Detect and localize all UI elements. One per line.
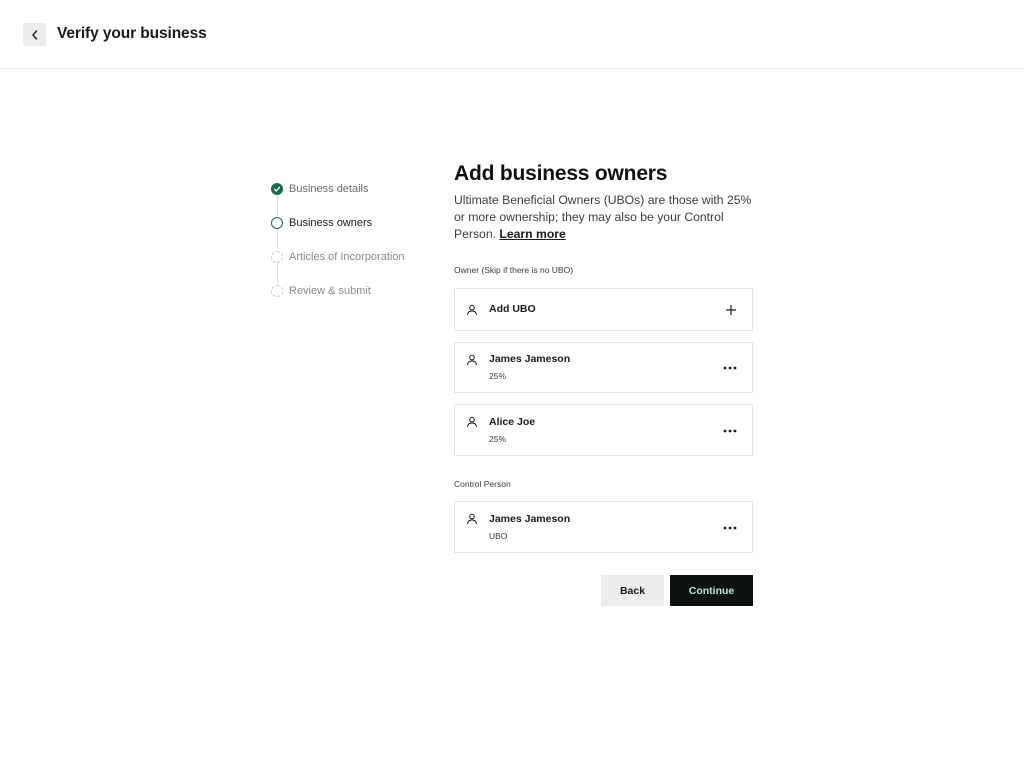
step-review-submit[interactable]: Review & submit: [271, 283, 371, 299]
plus-icon[interactable]: [725, 304, 737, 316]
person-icon: [467, 354, 477, 366]
owner-card[interactable]: Alice Joe 25%: [454, 404, 753, 456]
current-step-icon: [271, 217, 283, 229]
step-label: Review & submit: [289, 285, 371, 297]
main-content: Add business owners Ultimate Beneficial …: [454, 160, 753, 243]
owner-card[interactable]: James Jameson 25%: [454, 342, 753, 393]
control-person-role: UBO: [489, 531, 508, 541]
header-back-button[interactable]: [23, 23, 46, 46]
owner-share: 25%: [489, 434, 507, 444]
section-title: Add business owners: [454, 162, 668, 185]
step-label: Articles of Incorporation: [289, 251, 405, 263]
page-header: Verify your business: [0, 0, 1024, 69]
step-connector: [276, 263, 278, 283]
pending-step-icon: [271, 251, 283, 263]
back-button[interactable]: Back: [601, 575, 664, 606]
section-description: Ultimate Beneficial Owners (UBOs) are th…: [454, 192, 753, 243]
more-options-icon[interactable]: [722, 523, 738, 533]
step-business-owners[interactable]: Business owners: [271, 215, 372, 231]
chevron-left-icon: [31, 29, 37, 40]
more-options-icon[interactable]: [722, 363, 738, 373]
page-title: Verify your business: [57, 25, 207, 42]
step-label: Business details: [289, 183, 369, 195]
add-ubo-card[interactable]: Add UBO: [454, 288, 753, 331]
step-connector: [276, 229, 278, 249]
control-person-card[interactable]: James Jameson UBO: [454, 501, 753, 553]
learn-more-link[interactable]: Learn more: [499, 227, 565, 241]
step-articles-of-incorporation[interactable]: Articles of Incorporation: [271, 249, 405, 265]
checkmark-icon: [271, 183, 283, 195]
owners-section-label: Owner (Skip if there is no UBO): [454, 265, 574, 275]
control-person-name: James Jameson: [489, 513, 571, 525]
add-ubo-label: Add UBO: [489, 303, 536, 315]
control-person-label: Control Person: [454, 479, 511, 489]
person-icon: [467, 513, 477, 525]
step-label: Business owners: [289, 217, 373, 229]
person-icon: [467, 304, 477, 316]
step-connector: [276, 195, 278, 215]
owner-name: James Jameson: [489, 353, 571, 365]
owner-share: 25%: [489, 371, 507, 381]
owner-name: Alice Joe: [489, 416, 536, 428]
step-business-details[interactable]: Business details: [271, 181, 369, 197]
person-icon: [467, 416, 477, 428]
pending-step-icon: [271, 285, 283, 297]
continue-button[interactable]: Continue: [670, 575, 753, 606]
more-options-icon[interactable]: [722, 426, 738, 436]
